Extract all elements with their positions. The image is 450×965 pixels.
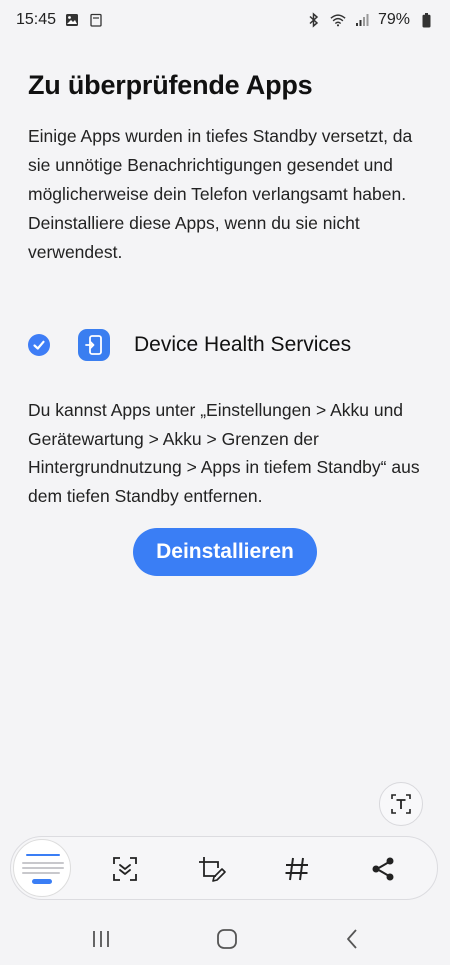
back-button[interactable] (338, 924, 368, 954)
share-icon (372, 857, 394, 881)
scroll-capture-button[interactable] (107, 851, 143, 887)
info-text: Du kannst Apps unter „Einstellungen > Ak… (28, 400, 420, 506)
draw-crop-icon (199, 857, 226, 882)
app-checkbox[interactable] (28, 334, 50, 356)
home-button[interactable] (212, 924, 242, 954)
status-time: 15:45 (16, 11, 57, 28)
bluetooth-icon (306, 12, 322, 28)
wifi-icon (330, 12, 346, 28)
navigation-bar (0, 910, 450, 965)
gallery-notification-icon (64, 12, 80, 28)
page-title: Zu überprüfende Apps (28, 70, 313, 100)
intro-paragraph-1: Einige Apps wurden in tiefes Standby ver… (28, 126, 413, 204)
status-right: 79% (306, 11, 434, 29)
uninstall-button[interactable]: Deinstallieren (133, 528, 317, 576)
checkmark-icon (33, 340, 45, 350)
battery-percent: 79% (377, 11, 410, 28)
draw-crop-button[interactable] (193, 851, 229, 887)
app-name: Device Health Services (134, 333, 352, 356)
calendar-notification-icon (88, 12, 104, 28)
hashtag-icon (285, 857, 308, 881)
device-health-services-icon (78, 329, 110, 361)
intro-text: Einige Apps wurden in tiefes Standby ver… (28, 122, 428, 267)
status-left: 15:45 (16, 11, 104, 29)
recent-apps-button[interactable] (86, 924, 116, 954)
extract-text-button[interactable] (379, 782, 423, 826)
recent-apps-icon (93, 931, 109, 947)
share-button[interactable] (365, 851, 401, 887)
app-list-item[interactable]: Device Health Services (28, 325, 428, 365)
home-icon (217, 929, 237, 949)
back-chevron-icon (347, 929, 357, 949)
tag-button[interactable] (279, 851, 315, 887)
screenshot-toolbar (10, 836, 438, 900)
battery-icon (418, 12, 434, 28)
screenshot-thumbnail[interactable] (13, 839, 71, 897)
status-bar: 15:45 79% (0, 0, 450, 40)
cellular-signal-icon (354, 12, 370, 28)
text-extract-icon (391, 794, 411, 814)
thumbnail-button-preview (32, 879, 52, 884)
intro-paragraph-2: Deinstalliere diese Apps, wenn du sie ni… (28, 213, 360, 262)
scroll-capture-icon (113, 857, 137, 881)
